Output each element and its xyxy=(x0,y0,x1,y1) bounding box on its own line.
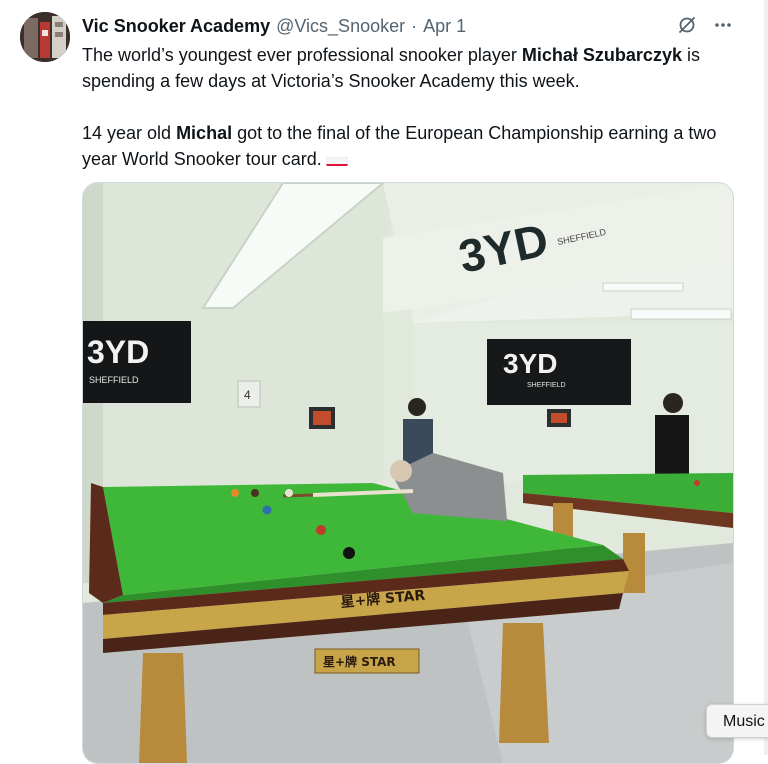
player-first-name: Michal xyxy=(176,123,233,143)
svg-text:4: 4 xyxy=(244,388,251,402)
scroll-edge xyxy=(764,0,768,755)
svg-text:星+牌 STAR: 星+牌 STAR xyxy=(323,654,396,669)
svg-text:SHEFFIELD: SHEFFIELD xyxy=(527,382,566,389)
player-name: Michał Szubarczyk xyxy=(521,45,682,65)
more-icon[interactable] xyxy=(712,14,734,36)
svg-text:3YD: 3YD xyxy=(503,348,557,379)
author-handle[interactable]: @Vics_Snooker xyxy=(276,16,405,37)
text-part: The world’s youngest ever professional s… xyxy=(82,45,522,65)
avatar[interactable] xyxy=(20,12,70,62)
snooker-hall-image: 3YD SHEFFIELD 3YD SHEFFIELD 3YD SHEFFIEL… xyxy=(83,183,733,763)
author-name[interactable]: Vic Snooker Academy xyxy=(82,16,270,37)
tweet-actions xyxy=(676,14,734,36)
tweet-photo[interactable]: 3YD SHEFFIELD 3YD SHEFFIELD 3YD SHEFFIEL… xyxy=(82,182,734,764)
tweet-date[interactable]: Apr 1 xyxy=(423,16,466,37)
svg-text:3YD: 3YD xyxy=(87,334,149,370)
tweet-paragraph-1: The world’s youngest ever professional s… xyxy=(82,42,752,94)
poland-flag-icon xyxy=(325,152,348,166)
text-part: 14 year old xyxy=(82,123,177,143)
tweet-header: Vic Snooker Academy @Vics_Snooker · Apr … xyxy=(82,14,466,38)
svg-text:SHEFFIELD: SHEFFIELD xyxy=(89,375,139,385)
avatar-image xyxy=(20,12,70,62)
grok-icon[interactable] xyxy=(676,14,698,36)
music-tooltip: Music xyxy=(706,704,768,738)
tweet-text: The world’s youngest ever professional s… xyxy=(82,42,752,172)
tweet-paragraph-2: 14 year old Michal got to the final of t… xyxy=(82,120,752,172)
separator-dot: · xyxy=(411,15,418,36)
